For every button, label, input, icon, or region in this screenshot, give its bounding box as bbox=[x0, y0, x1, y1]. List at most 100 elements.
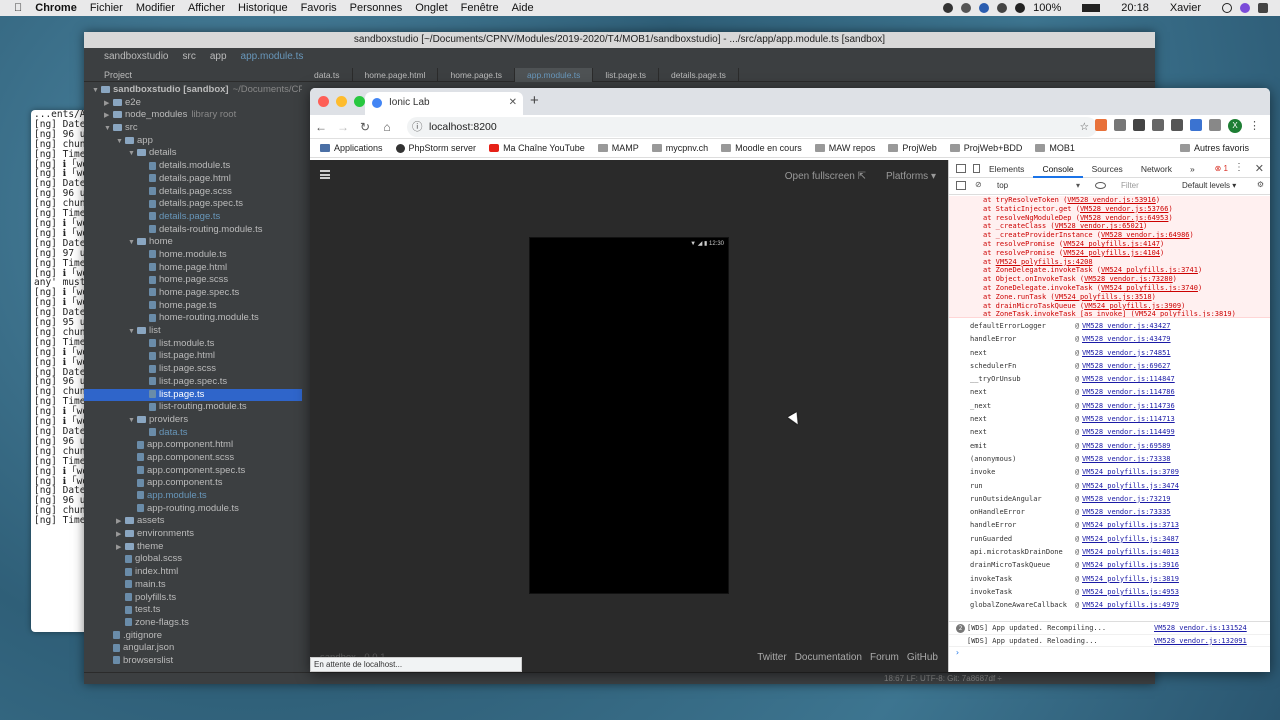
tree-file[interactable]: home.page.html bbox=[84, 262, 302, 275]
tree-folder[interactable]: ▼ details bbox=[84, 147, 302, 160]
menu-afficher[interactable]: Afficher bbox=[188, 2, 225, 14]
tree-file[interactable]: list.page.scss bbox=[84, 363, 302, 376]
stack-source-link[interactable]: VM528 vendor.js:114736 bbox=[1082, 400, 1175, 413]
tree-folder[interactable]: ▶ assets bbox=[84, 515, 302, 528]
editor-tab[interactable]: home.page.html bbox=[353, 67, 439, 82]
tree-file[interactable]: app-routing.module.ts bbox=[84, 503, 302, 516]
stack-source-link[interactable]: VM524 polyfills.js:3709 bbox=[1082, 466, 1179, 479]
home-icon[interactable]: ⌂ bbox=[376, 120, 398, 134]
tree-file[interactable]: home.page.scss bbox=[84, 274, 302, 287]
stack-source-link[interactable]: VM524 polyfills.js:3474 bbox=[1082, 480, 1179, 493]
tree-folder[interactable]: ▶ e2e bbox=[84, 97, 302, 110]
extension-icon[interactable] bbox=[1171, 119, 1183, 131]
extension-icon[interactable] bbox=[1095, 119, 1107, 131]
message-source-link[interactable]: VM528 vendor.js:131524 bbox=[1154, 622, 1247, 635]
tree-file[interactable]: zone-flags.ts bbox=[84, 617, 302, 630]
tree-file[interactable]: list-routing.module.ts bbox=[84, 401, 302, 414]
bookmark-item[interactable]: PhpStorm server bbox=[395, 143, 476, 153]
close-window-button[interactable] bbox=[318, 96, 329, 107]
stack-source-link[interactable]: VM524 polyfills.js:3713 bbox=[1082, 519, 1179, 532]
menubar-user[interactable]: Xavier bbox=[1170, 2, 1201, 14]
inspect-element-icon[interactable] bbox=[956, 164, 966, 173]
extension-icon[interactable] bbox=[1209, 119, 1221, 131]
devtools-tab-sources[interactable]: Sources bbox=[1083, 160, 1132, 178]
browser-tab[interactable]: Ionic Lab ✕ bbox=[365, 92, 523, 115]
stack-source-link[interactable]: VM528 vendor.js:69589 bbox=[1082, 440, 1171, 453]
breadcrumb-item[interactable]: app bbox=[210, 51, 227, 62]
source-link[interactable]: VM528 vendor.js:53916 bbox=[1067, 196, 1156, 204]
context-caret-icon[interactable]: ▾ bbox=[1076, 181, 1080, 190]
tree-folder[interactable]: ▼ list bbox=[84, 325, 302, 338]
bookmark-item[interactable]: mycpnv.ch bbox=[651, 143, 708, 153]
devtools-tab-elements[interactable]: Elements bbox=[980, 160, 1033, 178]
cloud-icon[interactable] bbox=[961, 3, 972, 13]
error-count-badge[interactable]: ⊗ 1 bbox=[1215, 164, 1228, 173]
source-link[interactable]: VM524 polyfills.js:3518 bbox=[1055, 293, 1152, 301]
other-bookmarks[interactable]: Autres favoris bbox=[1179, 143, 1249, 153]
tree-file[interactable]: app.component.spec.ts bbox=[84, 465, 302, 478]
stack-source-link[interactable]: VM528 vendor.js:43427 bbox=[1082, 320, 1171, 333]
source-link[interactable]: VM528 vendor.js:73280 bbox=[1084, 275, 1173, 283]
stack-source-link[interactable]: VM524 polyfills.js:4979 bbox=[1082, 599, 1179, 612]
tree-folder[interactable]: ▼ home bbox=[84, 236, 302, 249]
source-link[interactable]: VM524 polyfills.js:3909 bbox=[1084, 302, 1181, 310]
menu-favoris[interactable]: Favoris bbox=[301, 2, 337, 14]
bookmark-item[interactable]: Moodle en cours bbox=[721, 143, 802, 153]
chrome-menu-icon[interactable]: ⋮ bbox=[1249, 119, 1260, 133]
stack-source-link[interactable]: VM528 vendor.js:69627 bbox=[1082, 360, 1171, 373]
bookmark-star-icon[interactable]: ☆ bbox=[1080, 117, 1089, 137]
menu-aide[interactable]: Aide bbox=[512, 2, 534, 14]
project-panel-header[interactable]: Project bbox=[84, 70, 302, 80]
source-link[interactable]: VM528 vendor.js:53766 bbox=[1080, 205, 1169, 213]
source-link[interactable]: VM524 polyfills.js:3819 bbox=[1135, 310, 1232, 317]
source-link[interactable]: VM528 vendor.js:64986 bbox=[1101, 231, 1190, 239]
tree-file[interactable]: app.component.ts bbox=[84, 477, 302, 490]
extension-icon[interactable] bbox=[1190, 119, 1202, 131]
github-link[interactable]: GitHub bbox=[907, 652, 938, 663]
battery-icon[interactable] bbox=[1082, 4, 1101, 12]
tree-folder[interactable]: ▶ environments bbox=[84, 528, 302, 541]
forward-icon[interactable]: → bbox=[332, 120, 354, 134]
tree-folder[interactable]: ▶ theme bbox=[84, 541, 302, 554]
stack-source-link[interactable]: VM528 vendor.js:74851 bbox=[1082, 347, 1171, 360]
tree-file[interactable]: test.ts bbox=[84, 604, 302, 617]
tree-file[interactable]: global.scss bbox=[84, 553, 302, 566]
source-link[interactable]: VM524 polyfills.js:3740 bbox=[1101, 284, 1198, 292]
extension-icon[interactable] bbox=[1152, 119, 1164, 131]
tree-file[interactable]: details-routing.module.ts bbox=[84, 224, 302, 237]
stack-source-link[interactable]: VM528 vendor.js:114786 bbox=[1082, 386, 1175, 399]
menu-onglet[interactable]: Onglet bbox=[415, 2, 447, 14]
clear-console-icon[interactable]: ⊘ bbox=[975, 180, 982, 189]
tree-file[interactable]: list.module.ts bbox=[84, 338, 302, 351]
source-link[interactable]: VM528 vendor.js:65021 bbox=[1055, 222, 1144, 230]
stack-source-link[interactable]: VM524 polyfills.js:4013 bbox=[1082, 546, 1179, 559]
tree-file[interactable]: details.page.spec.ts bbox=[84, 198, 302, 211]
menu-modifier[interactable]: Modifier bbox=[136, 2, 175, 14]
console-prompt-input[interactable]: › bbox=[949, 647, 1270, 659]
devtools-tab-network[interactable]: Network bbox=[1132, 160, 1181, 178]
live-expression-eye-icon[interactable] bbox=[1095, 182, 1106, 189]
tree-file[interactable]: home.module.ts bbox=[84, 249, 302, 262]
status-app-icon[interactable] bbox=[943, 3, 954, 13]
editor-tab[interactable]: data.ts bbox=[302, 67, 353, 82]
devtools-tab-console[interactable]: Console bbox=[1033, 160, 1083, 178]
tree-folder[interactable]: ▶ node_modules library root bbox=[84, 109, 302, 122]
open-fullscreen-link[interactable]: Open fullscreen ⇱ bbox=[785, 171, 866, 182]
tree-file[interactable]: data.ts bbox=[84, 427, 302, 440]
message-source-link[interactable]: VM528 vendor.js:132091 bbox=[1154, 635, 1247, 648]
tree-file[interactable]: app.component.html bbox=[84, 439, 302, 452]
wifi-icon[interactable] bbox=[1015, 3, 1026, 13]
bookmark-item[interactable]: Applications bbox=[320, 143, 383, 153]
tree-file[interactable]: details.page.scss bbox=[84, 186, 302, 199]
stack-source-link[interactable]: VM528 vendor.js:43479 bbox=[1082, 333, 1171, 346]
bookmark-item[interactable]: MOB1 bbox=[1035, 143, 1075, 153]
stack-source-link[interactable]: VM528 vendor.js:73219 bbox=[1082, 493, 1171, 506]
editor-tab[interactable]: home.page.ts bbox=[438, 67, 515, 82]
more-tabs-button[interactable]: » bbox=[1181, 160, 1204, 178]
new-tab-button[interactable]: + bbox=[530, 92, 539, 109]
tree-folder[interactable]: ▼sandboxstudio [sandbox]~/Documents/CPNV… bbox=[84, 84, 302, 97]
apple-icon[interactable]:  bbox=[14, 2, 22, 14]
siri-icon[interactable] bbox=[1240, 3, 1250, 13]
menu-personnes[interactable]: Personnes bbox=[350, 2, 403, 14]
tree-file[interactable]: home-routing.module.ts bbox=[84, 312, 302, 325]
